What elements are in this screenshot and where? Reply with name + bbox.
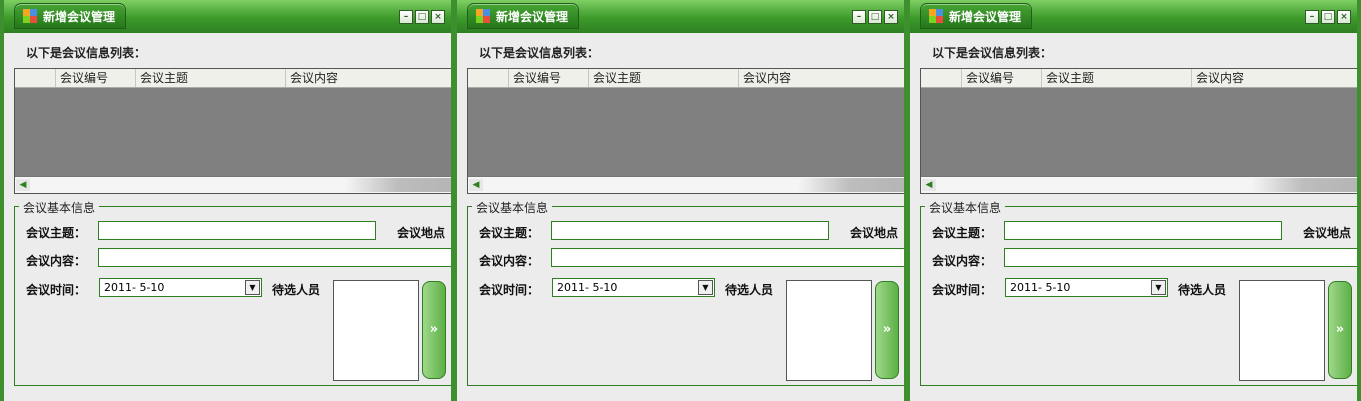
title-bar[interactable]: 新增会议管理 – □ × (457, 0, 904, 33)
date-value: 2011- 5-10 (1010, 281, 1071, 294)
minimize-icon[interactable]: – (852, 10, 866, 24)
meeting-date-picker[interactable]: 2011- 5-10 ▼ (552, 278, 715, 297)
close-icon[interactable]: × (884, 10, 898, 24)
horizontal-scrollbar[interactable]: ◀ (15, 176, 451, 193)
add-candidate-button[interactable]: » (875, 281, 899, 379)
candidates-listbox[interactable] (333, 280, 419, 381)
meeting-window-2: 新增会议管理 – □ × 以下是会议信息列表： 会议编号 会议主题 会议内容 ◀… (453, 0, 908, 401)
window-title: 新增会议管理 (949, 9, 1022, 24)
meeting-date-picker[interactable]: 2011- 5-10 ▼ (99, 278, 262, 297)
content-input[interactable] (98, 248, 451, 267)
subject-label: 会议主题： (479, 226, 540, 240)
column-header-subject[interactable]: 会议主题 (136, 69, 286, 87)
grid-header: 会议编号 会议主题 会议内容 (468, 69, 904, 88)
grid-header: 会议编号 会议主题 会议内容 (15, 69, 451, 88)
time-label: 会议时间： (932, 283, 993, 297)
app-grid-icon (929, 9, 943, 23)
list-caption: 以下是会议信息列表： (932, 46, 1053, 60)
list-caption: 以下是会议信息列表： (479, 46, 600, 60)
location-label: 会议地点 (397, 226, 446, 240)
column-header-id[interactable]: 会议编号 (56, 69, 136, 87)
title-tab: 新增会议管理 (920, 3, 1033, 29)
maximize-icon[interactable]: □ (415, 10, 429, 24)
candidates-label: 待选人员 (1178, 283, 1227, 297)
date-value: 2011- 5-10 (104, 281, 165, 294)
minimize-icon[interactable]: – (399, 10, 413, 24)
title-bar[interactable]: 新增会议管理 – □ × (4, 0, 451, 33)
column-header-content[interactable]: 会议内容 (286, 69, 451, 87)
time-label: 会议时间： (26, 283, 87, 297)
close-icon[interactable]: × (1337, 10, 1351, 24)
meeting-date-picker[interactable]: 2011- 5-10 ▼ (1005, 278, 1168, 297)
candidates-label: 待选人员 (272, 283, 321, 297)
date-value: 2011- 5-10 (557, 281, 618, 294)
subject-input[interactable] (98, 221, 376, 240)
column-header-id[interactable]: 会议编号 (509, 69, 589, 87)
row-header-cell (921, 69, 962, 87)
app-grid-icon (23, 9, 37, 23)
scroll-left-arrow-icon[interactable]: ◀ (16, 179, 30, 191)
column-header-content[interactable]: 会议内容 (739, 69, 904, 87)
meeting-window-1: 新增会议管理 – □ × 以下是会议信息列表： 会议编号 会议主题 会议内容 ◀… (0, 0, 455, 401)
scroll-thumb[interactable] (1251, 178, 1357, 192)
location-label: 会议地点 (1303, 226, 1352, 240)
column-header-subject[interactable]: 会议主题 (589, 69, 739, 87)
column-header-content[interactable]: 会议内容 (1192, 69, 1357, 87)
horizontal-scrollbar[interactable]: ◀ (921, 176, 1357, 193)
group-title: 会议基本信息 (925, 199, 1006, 216)
column-header-id[interactable]: 会议编号 (962, 69, 1042, 87)
row-header-cell (468, 69, 509, 87)
group-title: 会议基本信息 (472, 199, 553, 216)
subject-label: 会议主题： (932, 226, 993, 240)
meeting-grid[interactable]: 会议编号 会议主题 会议内容 ◀ (467, 68, 904, 194)
meeting-grid[interactable]: 会议编号 会议主题 会议内容 ◀ (920, 68, 1357, 194)
subject-label: 会议主题： (26, 226, 87, 240)
scroll-left-arrow-icon[interactable]: ◀ (469, 179, 483, 191)
window-controls: – □ × (852, 10, 898, 24)
meeting-grid[interactable]: 会议编号 会议主题 会议内容 ◀ (14, 68, 451, 194)
content-label: 会议内容： (479, 254, 540, 268)
window-title: 新增会议管理 (43, 9, 116, 24)
candidates-label: 待选人员 (725, 283, 774, 297)
content-input[interactable] (551, 248, 904, 267)
content-label: 会议内容： (932, 254, 993, 268)
column-header-subject[interactable]: 会议主题 (1042, 69, 1192, 87)
group-title: 会议基本信息 (19, 199, 100, 216)
meeting-window-3: 新增会议管理 – □ × 以下是会议信息列表： 会议编号 会议主题 会议内容 ◀… (906, 0, 1361, 401)
minimize-icon[interactable]: – (1305, 10, 1319, 24)
close-icon[interactable]: × (431, 10, 445, 24)
time-label: 会议时间： (479, 283, 540, 297)
title-bar[interactable]: 新增会议管理 – □ × (910, 0, 1357, 33)
title-tab: 新增会议管理 (14, 3, 127, 29)
subject-input[interactable] (551, 221, 829, 240)
candidates-listbox[interactable] (1239, 280, 1325, 381)
subject-input[interactable] (1004, 221, 1282, 240)
grid-header: 会议编号 会议主题 会议内容 (921, 69, 1357, 88)
chevron-down-icon[interactable]: ▼ (1151, 280, 1166, 295)
list-caption: 以下是会议信息列表： (26, 46, 147, 60)
add-candidate-button[interactable]: » (1328, 281, 1352, 379)
scroll-thumb[interactable] (798, 178, 904, 192)
scroll-thumb[interactable] (345, 178, 451, 192)
chevron-down-icon[interactable]: ▼ (698, 280, 713, 295)
content-input[interactable] (1004, 248, 1357, 267)
chevron-down-icon[interactable]: ▼ (245, 280, 260, 295)
title-tab: 新增会议管理 (467, 3, 580, 29)
maximize-icon[interactable]: □ (1321, 10, 1335, 24)
content-label: 会议内容： (26, 254, 87, 268)
horizontal-scrollbar[interactable]: ◀ (468, 176, 904, 193)
scroll-left-arrow-icon[interactable]: ◀ (922, 179, 936, 191)
candidates-listbox[interactable] (786, 280, 872, 381)
add-candidate-button[interactable]: » (422, 281, 446, 379)
window-controls: – □ × (1305, 10, 1351, 24)
window-title: 新增会议管理 (496, 9, 569, 24)
location-label: 会议地点 (850, 226, 899, 240)
app-grid-icon (476, 9, 490, 23)
row-header-cell (15, 69, 56, 87)
maximize-icon[interactable]: □ (868, 10, 882, 24)
window-controls: – □ × (399, 10, 445, 24)
